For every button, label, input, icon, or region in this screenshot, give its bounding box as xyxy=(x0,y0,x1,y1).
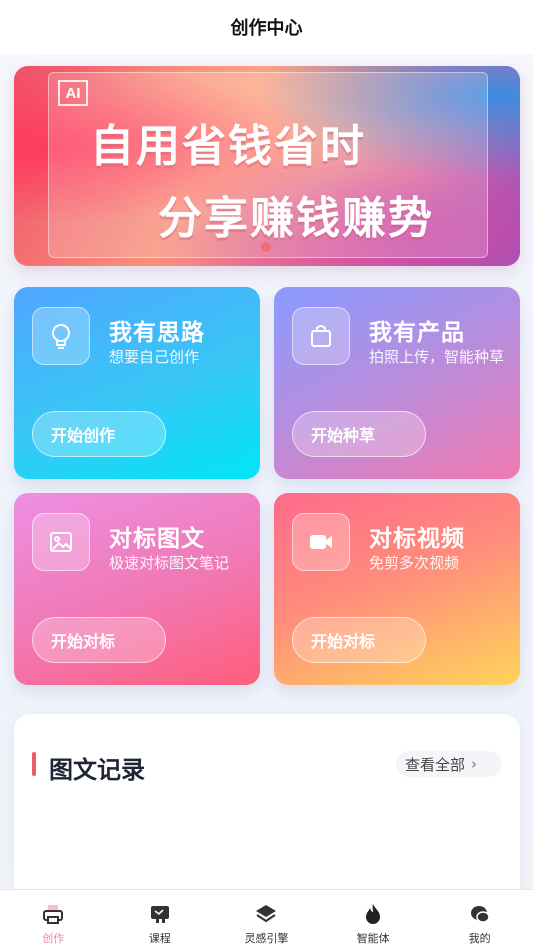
start-benchmark-video-button[interactable]: 开始对标 xyxy=(292,617,426,663)
card-my-idea[interactable]: 我有思路 想要自己创作 开始创作 xyxy=(14,287,260,479)
start-seeding-button[interactable]: 开始种草 xyxy=(292,411,426,457)
shopping-bag-icon xyxy=(292,307,350,365)
card-subtitle: 想要自己创作 xyxy=(109,348,200,366)
chat-bubbles-icon xyxy=(468,902,492,926)
banner-headline-2: 分享赚钱赚势 xyxy=(158,193,434,244)
app-header: 创作中心 xyxy=(0,0,533,54)
tab-label: 创作 xyxy=(42,932,65,945)
tab-label: 智能体 xyxy=(356,932,390,945)
card-title: 我有产品 xyxy=(369,320,465,346)
card-benchmark-video[interactable]: 对标视频 免剪多次视频 开始对标 xyxy=(274,493,520,685)
tab-label: 我的 xyxy=(468,932,491,945)
section-accent-bar xyxy=(32,752,36,776)
view-all-button[interactable]: 查看全部 › xyxy=(396,751,502,777)
tab-mine[interactable]: 我的 xyxy=(426,890,533,948)
flame-icon xyxy=(361,902,385,926)
chevron-right-icon: › xyxy=(471,755,478,773)
tab-agents[interactable]: 智能体 xyxy=(320,890,427,948)
card-my-product[interactable]: 我有产品 拍照上传，智能种草 开始种草 xyxy=(274,287,520,479)
video-camera-icon xyxy=(292,513,350,571)
tab-label: 灵感引擎 xyxy=(244,932,289,945)
promo-banner[interactable]: AI 自用省钱省时 分享赚钱赚势 xyxy=(14,66,520,266)
card-subtitle: 极速对标图文笔记 xyxy=(109,554,230,572)
records-title: 图文记录 xyxy=(49,756,145,784)
card-subtitle: 免剪多次视频 xyxy=(369,554,460,572)
start-benchmark-post-button[interactable]: 开始对标 xyxy=(32,617,166,663)
records-section: 图文记录 查看全部 › xyxy=(14,714,520,914)
tab-label: 课程 xyxy=(148,932,171,945)
ai-badge: AI xyxy=(58,80,88,106)
card-title: 对标图文 xyxy=(109,526,205,552)
page-title: 创作中心 xyxy=(230,18,303,39)
banner-pagination-dot xyxy=(261,242,271,252)
card-title: 对标视频 xyxy=(369,526,465,552)
start-create-button[interactable]: 开始创作 xyxy=(32,411,166,457)
tab-inspiration-engine[interactable]: 灵感引擎 xyxy=(213,890,320,948)
image-icon xyxy=(32,513,90,571)
banner-headline-1: 自用省钱省时 xyxy=(90,121,366,172)
card-benchmark-post[interactable]: 对标图文 极速对标图文笔记 开始对标 xyxy=(14,493,260,685)
card-subtitle: 拍照上传，智能种草 xyxy=(369,348,505,366)
card-title: 我有思路 xyxy=(109,320,205,346)
layers-icon xyxy=(254,902,278,926)
lightbulb-icon xyxy=(32,307,90,365)
view-all-label: 查看全部 xyxy=(405,755,466,774)
tab-courses[interactable]: 课程 xyxy=(107,890,214,948)
printer-icon xyxy=(41,902,65,926)
tab-create[interactable]: 创作 xyxy=(0,890,107,948)
chalkboard-icon xyxy=(148,902,172,926)
bottom-tab-bar: 创作 课程 灵感引擎 智能体 我的 xyxy=(0,889,533,948)
